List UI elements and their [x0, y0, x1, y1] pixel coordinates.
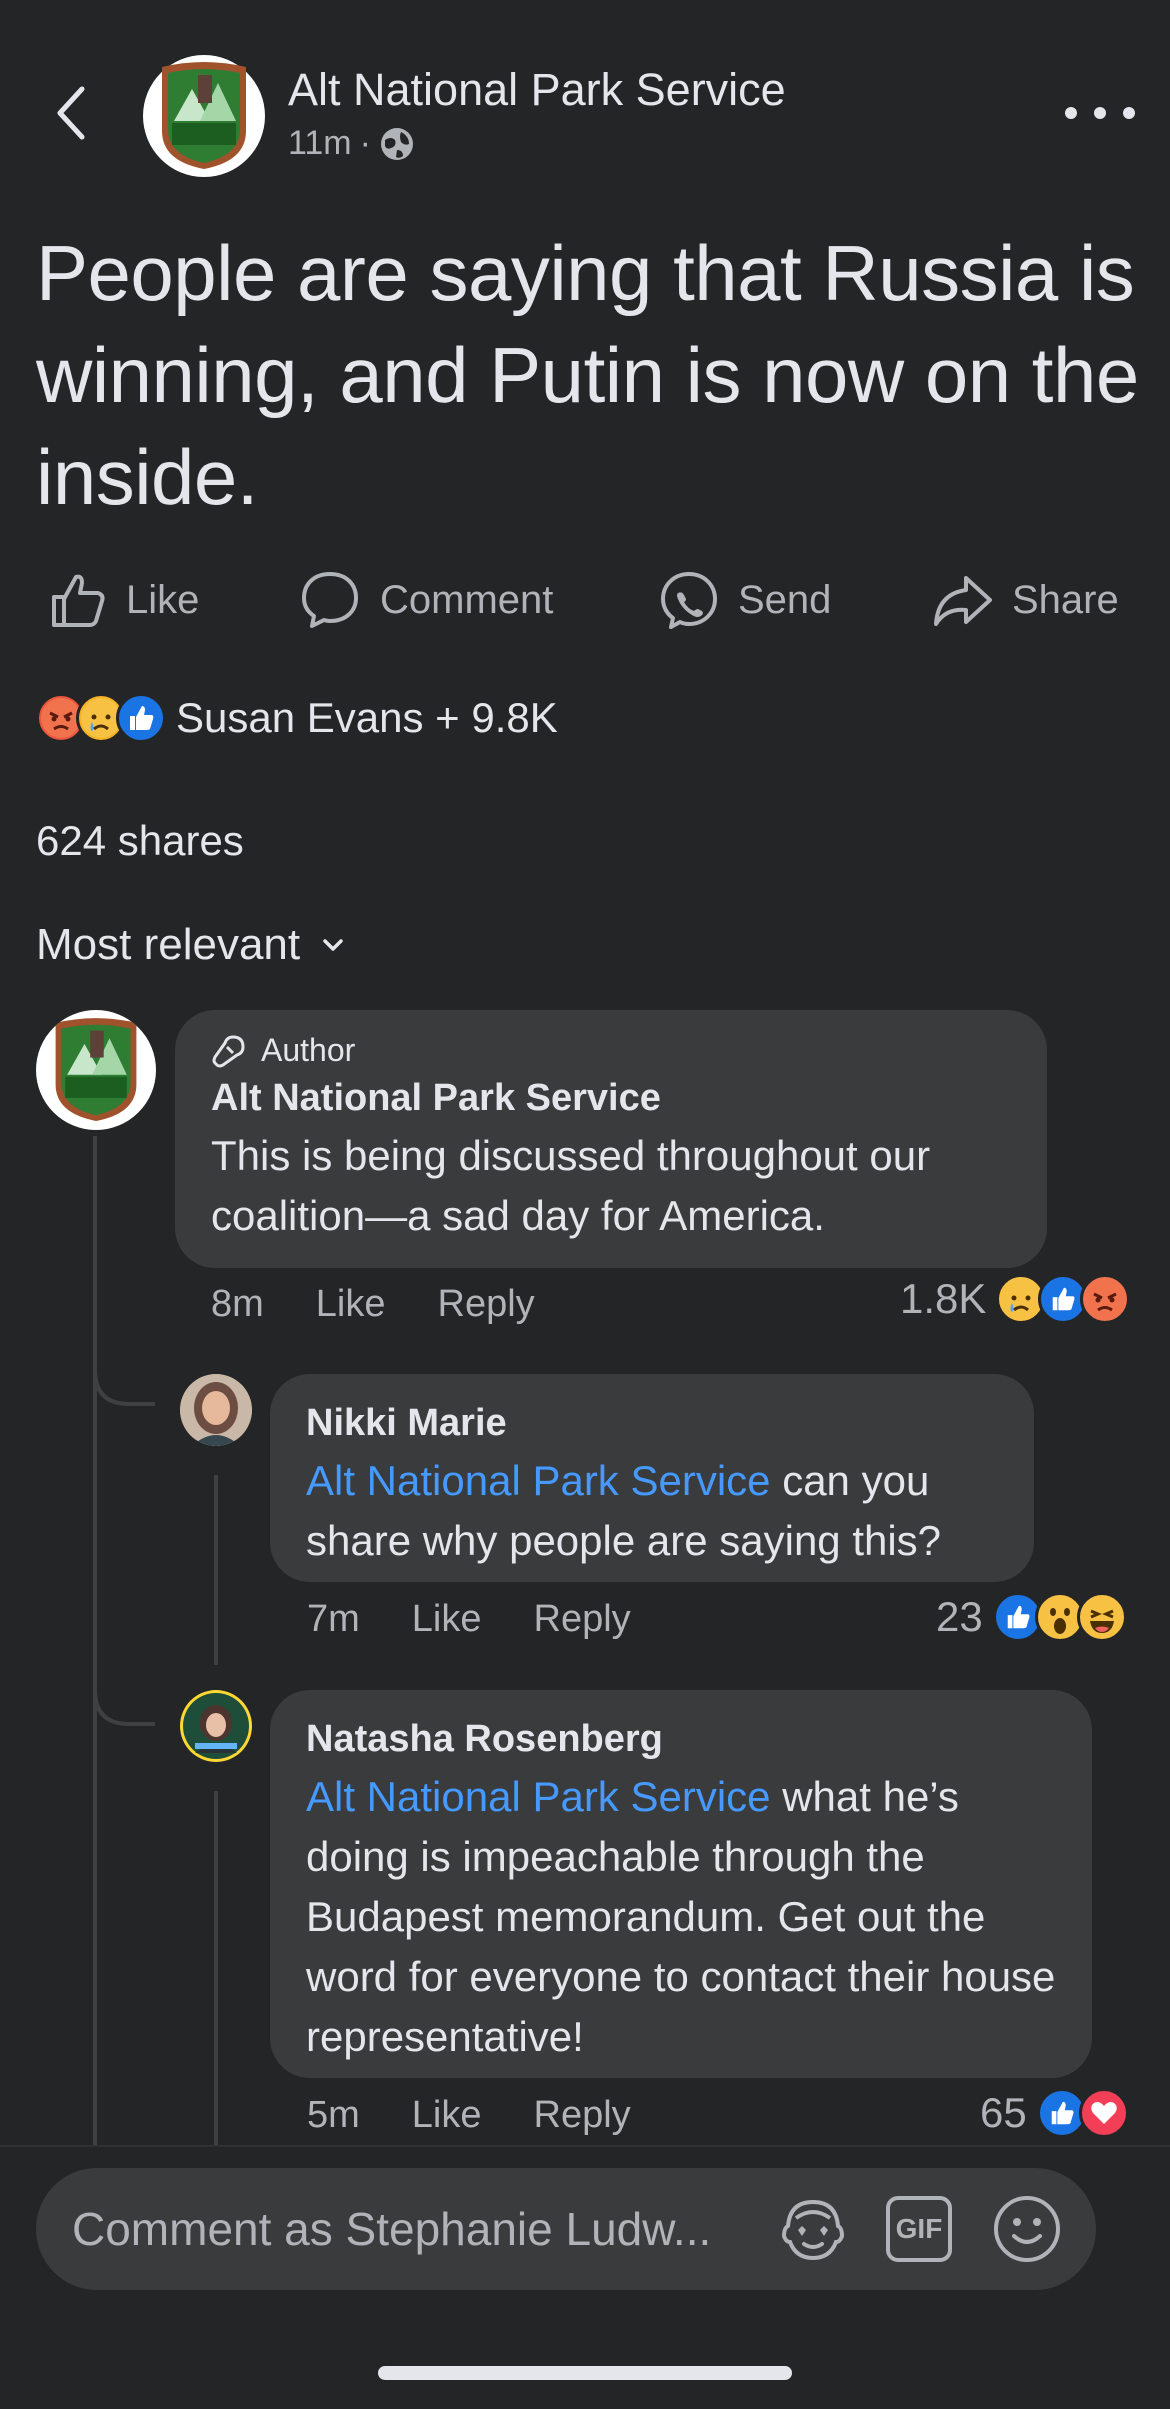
- messenger-icon: [661, 572, 717, 629]
- smiley-icon: [994, 2196, 1060, 2262]
- comment-meta: 8m Like Reply: [211, 1283, 535, 1326]
- comment-bubble-icon: [302, 572, 358, 628]
- comment-reactions[interactable]: 1.8K: [900, 1274, 1131, 1324]
- page-avatar[interactable]: [143, 55, 265, 177]
- sort-label: Most relevant: [36, 920, 301, 969]
- comment-author[interactable]: Nikki Marie: [306, 1402, 998, 1445]
- like-label: Like: [126, 577, 200, 622]
- comment-time: 7m: [307, 1598, 360, 1640]
- comment-bubble[interactable]: Nikki Marie Alt National Park Service ca…: [270, 1374, 1034, 1582]
- comment-meta: 5m Like Reply: [307, 2094, 631, 2137]
- commenter-avatar[interactable]: [180, 1374, 252, 1446]
- haha-reaction-icon: [1076, 1592, 1127, 1642]
- comment-time: 5m: [307, 2094, 360, 2136]
- reaction-count: 23: [936, 1593, 983, 1640]
- avatar-sticker-button[interactable]: [776, 2192, 850, 2271]
- person-photo-icon: [180, 1374, 252, 1446]
- dot: [1065, 107, 1077, 119]
- commenter-avatar[interactable]: [180, 1690, 252, 1762]
- comment-reply-button[interactable]: Reply: [534, 2094, 631, 2137]
- comment-text: This is being discussed throughout our c…: [211, 1132, 931, 1239]
- meta-separator: ·: [359, 124, 371, 162]
- thread-connector: [93, 1300, 155, 1406]
- share-label: Share: [1012, 577, 1119, 622]
- chevron-left-icon: [57, 86, 85, 140]
- microphone-icon: [212, 1034, 245, 1067]
- reactions-summary-text: Susan Evans + 9.8K: [176, 694, 558, 741]
- angry-reaction-icon: [1080, 1274, 1131, 1324]
- thread-connector: [93, 1620, 155, 1726]
- share-button[interactable]: Share: [930, 565, 1119, 635]
- comment-like-button[interactable]: Like: [412, 1598, 482, 1641]
- comment-author[interactable]: Alt National Park Service: [211, 1077, 1011, 1120]
- back-button[interactable]: [40, 78, 100, 148]
- comment-text: Alt National Park Service can you share …: [306, 1451, 998, 1571]
- comment-reply-button[interactable]: Reply: [534, 1598, 631, 1641]
- more-options-button[interactable]: [1065, 95, 1135, 131]
- post-text: People are saying that Russia is winning…: [36, 229, 1139, 521]
- dot: [1094, 107, 1106, 119]
- comment-bubble[interactable]: Natasha Rosenberg Alt National Park Serv…: [270, 1690, 1092, 2078]
- dot: [1123, 107, 1135, 119]
- share-arrow-icon: [934, 576, 992, 626]
- comment-composer[interactable]: GIF: [36, 2168, 1096, 2290]
- commenter-avatar[interactable]: [36, 1010, 156, 1130]
- page-name[interactable]: Alt National Park Service: [288, 64, 786, 116]
- post-time: 11m: [288, 124, 352, 162]
- comment-input[interactable]: [72, 2202, 772, 2256]
- comment-author[interactable]: Natasha Rosenberg: [306, 1718, 1056, 1761]
- comment-like-button[interactable]: Like: [412, 2094, 482, 2137]
- send-button[interactable]: Send: [658, 565, 831, 635]
- shares-count[interactable]: 624 shares: [36, 817, 244, 865]
- like-reaction-icon: [116, 693, 166, 743]
- comment-like-button[interactable]: Like: [316, 1283, 386, 1326]
- globe-icon: [380, 127, 413, 160]
- emoji-button[interactable]: [990, 2192, 1064, 2271]
- comment-meta: 7m Like Reply: [307, 1598, 631, 1641]
- comment-reactions[interactable]: 23: [936, 1592, 1127, 1642]
- reactions-summary[interactable]: Susan Evans + 9.8K: [36, 693, 558, 743]
- comment-bubble[interactable]: Author Alt National Park Service This is…: [175, 1010, 1047, 1268]
- comment-button[interactable]: Comment: [298, 565, 553, 635]
- love-reaction-icon: [1078, 2088, 1129, 2138]
- author-badge-label: Author: [261, 1032, 356, 1068]
- send-label: Send: [738, 577, 832, 622]
- sort-dropdown[interactable]: Most relevant: [36, 920, 344, 970]
- alt-us-logo-icon: [55, 1018, 137, 1121]
- home-indicator: [378, 2366, 792, 2380]
- alt-us-logo-icon: [162, 62, 246, 169]
- like-button[interactable]: Like: [46, 565, 199, 635]
- person-photo-icon: [183, 1693, 249, 1759]
- author-badge: Author: [211, 1032, 1011, 1069]
- thread-line-reply: [214, 1475, 218, 1665]
- avatar-sticker-icon: [781, 2199, 845, 2261]
- thread-line-reply: [214, 1791, 218, 2146]
- comment-label: Comment: [380, 577, 554, 622]
- thumbs-up-icon: [52, 574, 105, 627]
- mention-link[interactable]: Alt National Park Service: [306, 1457, 771, 1504]
- gif-label: GIF: [895, 2213, 943, 2244]
- reaction-count: 65: [980, 2089, 1027, 2136]
- reaction-count: 1.8K: [900, 1275, 987, 1322]
- comment-reactions[interactable]: 65: [980, 2088, 1129, 2138]
- comment-time: 8m: [211, 1283, 264, 1325]
- mention-link[interactable]: Alt National Park Service: [306, 1773, 771, 1820]
- post-meta: 11m ·: [288, 124, 415, 163]
- comment-text: Alt National Park Service what he’s doin…: [306, 1767, 1056, 2067]
- chevron-down-icon: [323, 939, 343, 951]
- gif-button[interactable]: GIF: [886, 2196, 952, 2262]
- comment-reply-button[interactable]: Reply: [438, 1283, 535, 1326]
